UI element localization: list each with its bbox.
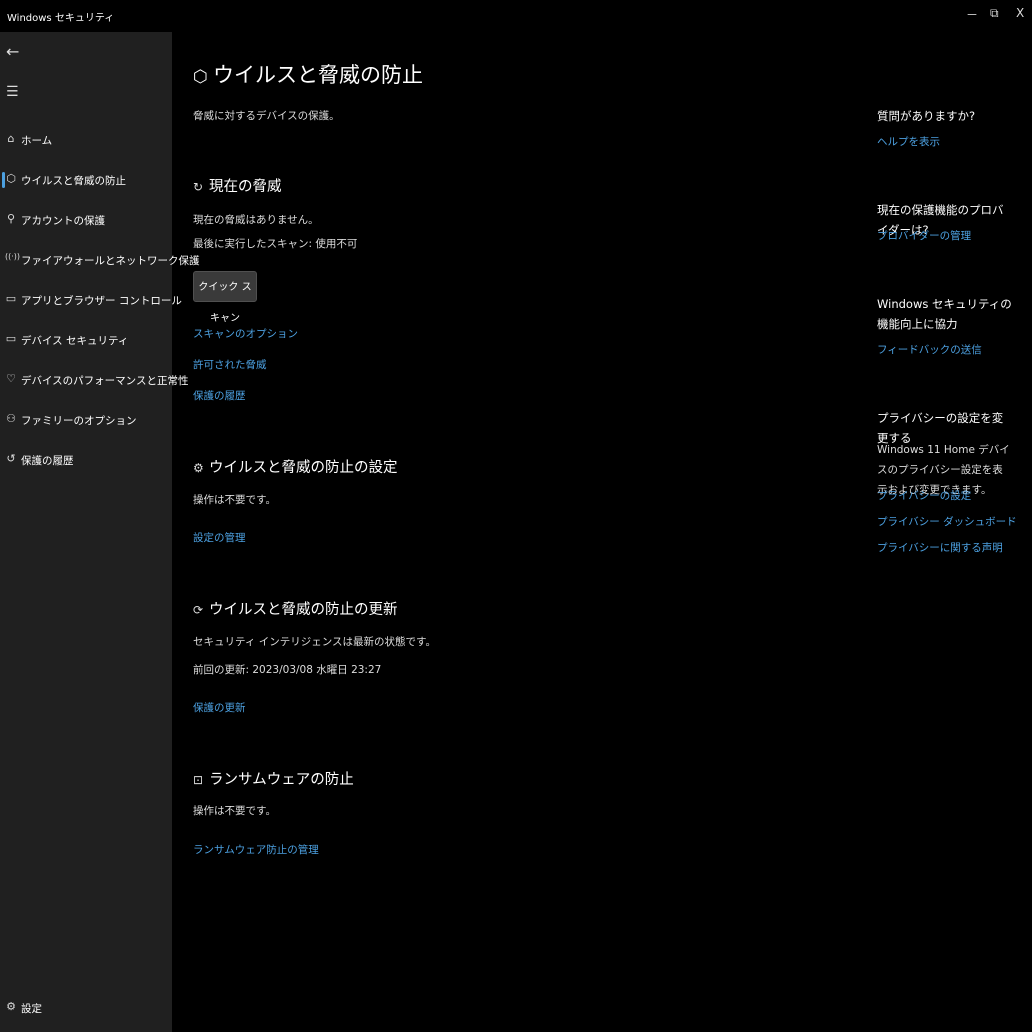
manage-ransomware-link[interactable]: ランサムウェア防止の管理 xyxy=(193,842,319,857)
section-title-ransomware: ⊡ ランサムウェアの防止 xyxy=(193,768,354,789)
sidebar-item-firewall[interactable]: ((·)) ファイアウォールとネットワーク保護 xyxy=(0,242,200,278)
help-title: 質問がありますか? xyxy=(877,109,976,123)
app-window-icon: ▭ xyxy=(5,292,17,305)
page-title-text: ウイルスと脅威の防止 xyxy=(213,63,423,87)
ransomware-folder-icon: ⊡ xyxy=(193,773,204,787)
send-feedback-link[interactable]: フィードバックの送信 xyxy=(877,342,982,357)
sidebar-item-settings[interactable]: ⚙ 設定 xyxy=(0,990,172,1020)
shield-icon: ⬡ xyxy=(6,172,16,185)
minimize-icon[interactable]: － xyxy=(966,6,978,23)
section-title-updates: ⟳ ウイルスと脅威の防止の更新 xyxy=(193,598,398,619)
person-icon: ⚲ xyxy=(6,212,16,225)
sidebar-item-label: ウイルスと脅威の防止 xyxy=(21,175,126,187)
page-subtitle: 脅威に対するデバイスの保護。 xyxy=(193,110,340,122)
section-title-current-threats: ↻ 現在の脅威 xyxy=(193,175,282,196)
sidebar-item-label: 設定 xyxy=(21,1003,42,1015)
close-icon[interactable]: X xyxy=(1016,6,1024,20)
sidebar: ← ☰ ⌂ ホーム ⬡ ウイルスと脅威の防止 ⚲ アカウントの保護 ((·)) … xyxy=(0,32,200,1032)
section-title-settings: ⚙ ウイルスと脅威の防止の設定 xyxy=(193,456,398,477)
threat-status-text: 現在の脅威はありません。 xyxy=(193,214,319,226)
window-title: Windows セキュリティ xyxy=(7,13,115,24)
section-title-text: ランサムウェアの防止 xyxy=(209,772,354,788)
sidebar-item-family-options[interactable]: ⚇ ファミリーのオプション xyxy=(0,402,172,438)
sidebar-item-label: アプリとブラウザー コントロール xyxy=(21,295,182,307)
settings-status-text: 操作は不要です。 xyxy=(193,494,276,506)
allowed-threats-link[interactable]: 許可された脅威 xyxy=(193,357,267,372)
sync-icon: ⟳ xyxy=(193,603,204,617)
privacy-statement-link[interactable]: プライバシーに関する声明 xyxy=(877,540,1003,555)
main-content: ⬡ ウイルスと脅威の防止 脅威に対するデバイスの保護。 ↻ 現在の脅威 現在の脅威は… xyxy=(172,32,1032,1032)
shield-icon: ⬡ xyxy=(193,67,208,87)
manage-settings-link[interactable]: 設定の管理 xyxy=(193,530,246,545)
sidebar-item-label: ファミリーのオプション xyxy=(21,415,137,427)
sidebar-item-label: 保護の履歴 xyxy=(21,455,74,467)
last-scan-text: 最後に実行したスキャン: 使用不可 xyxy=(193,238,358,250)
section-title-text: 現在の脅威 xyxy=(209,179,282,195)
laptop-icon: ▭ xyxy=(5,332,17,345)
sidebar-item-account-protection[interactable]: ⚲ アカウントの保護 xyxy=(0,202,172,238)
privacy-settings-link[interactable]: プライバシーの設定 xyxy=(877,488,971,503)
sidebar-item-device-security[interactable]: ▭ デバイス セキュリティ xyxy=(0,322,172,358)
protection-updates-link[interactable]: 保護の更新 xyxy=(193,700,246,715)
refresh-clock-icon: ↻ xyxy=(193,180,204,194)
ransomware-status-text: 操作は不要です。 xyxy=(193,805,276,817)
quick-scan-button[interactable]: クイック スキャン xyxy=(193,271,257,324)
feedback-title: Windows セキュリティの機能向上に協力 xyxy=(877,297,1012,331)
back-arrow-icon[interactable]: ← xyxy=(6,42,19,61)
sidebar-item-home[interactable]: ⌂ ホーム xyxy=(0,122,172,158)
scan-options-link[interactable]: スキャンのオプション xyxy=(193,326,298,341)
sidebar-item-label: アカウントの保護 xyxy=(21,215,105,227)
home-icon: ⌂ xyxy=(7,132,15,145)
restore-icon[interactable]: ⧉ xyxy=(990,6,999,21)
sidebar-item-label: ホーム xyxy=(21,135,53,147)
protection-history-link[interactable]: 保護の履歴 xyxy=(193,388,246,403)
sidebar-item-protection-history[interactable]: ↺ 保護の履歴 xyxy=(0,442,172,478)
title-bar: Windows セキュリティ － ⧉ X xyxy=(0,0,1032,32)
sidebar-item-app-browser-control[interactable]: ▭ アプリとブラウザー コントロール xyxy=(0,282,182,318)
privacy-dashboard-link[interactable]: プライバシー ダッシュボード xyxy=(877,514,1017,529)
sidebar-item-device-performance[interactable]: ♡ デバイスのパフォーマンスと正常性 xyxy=(0,362,188,398)
gear-shield-icon: ⚙ xyxy=(193,461,204,475)
get-help-link[interactable]: ヘルプを表示 xyxy=(877,134,940,149)
gear-icon: ⚙ xyxy=(6,1000,16,1013)
sidebar-item-label: デバイス セキュリティ xyxy=(21,335,129,347)
hamburger-menu-icon[interactable]: ☰ xyxy=(6,84,19,100)
family-icon: ⚇ xyxy=(6,412,16,425)
last-update-text: 前回の更新: 2023/03/08 水曜日 23:27 xyxy=(193,664,382,676)
manage-providers-link[interactable]: プロバイダーの管理 xyxy=(877,228,971,243)
sidebar-item-virus-protection[interactable]: ⬡ ウイルスと脅威の防止 xyxy=(0,162,172,198)
section-title-text: ウイルスと脅威の防止の設定 xyxy=(209,460,398,476)
wireless-icon: ((·)) xyxy=(5,252,21,261)
heart-icon: ♡ xyxy=(6,372,16,385)
history-icon: ↺ xyxy=(6,452,16,465)
sidebar-item-label: デバイスのパフォーマンスと正常性 xyxy=(21,375,189,387)
update-status-text: セキュリティ インテリジェンスは最新の状態です。 xyxy=(193,636,436,648)
section-title-text: ウイルスと脅威の防止の更新 xyxy=(209,602,398,618)
page-title: ⬡ ウイルスと脅威の防止 xyxy=(193,59,423,89)
